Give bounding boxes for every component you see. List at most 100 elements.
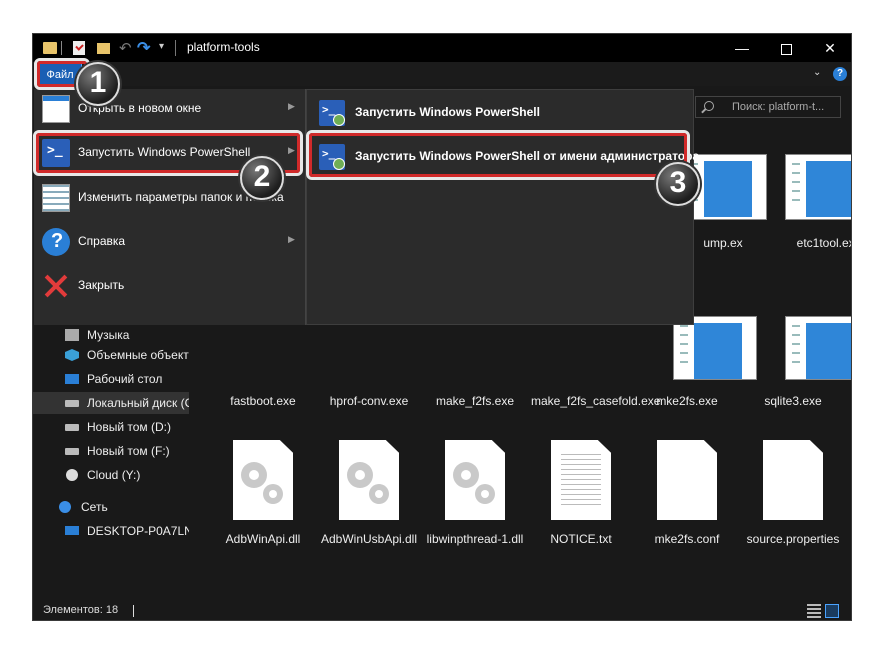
menu-item-label: Запустить Windows PowerShell [355, 105, 540, 119]
callout-3: 3 [656, 162, 700, 206]
file-label: source.properties [746, 532, 840, 546]
highlight-powershell-admin-item [306, 130, 690, 180]
file-item[interactable]: make_f2fs_casefold.exe [531, 394, 661, 409]
file-item[interactable]: AdbWinApi.dll [213, 440, 313, 590]
nav-item-label: Локальный диск (C [87, 396, 189, 410]
menu-item-run-powershell[interactable]: Запустить Windows PowerShell [311, 94, 689, 132]
large-icons-view-icon[interactable] [825, 604, 839, 618]
menu-item-label: Справка [78, 234, 126, 248]
nav-item-volume-f[interactable]: Новый том (F:) [33, 440, 189, 462]
nav-item-label: Объемные объекты [87, 348, 189, 362]
nav-item-label: Новый том (F:) [87, 444, 170, 458]
close-icon [42, 272, 70, 300]
file-item[interactable]: fastboot.exe [213, 394, 313, 409]
folder-options-icon [42, 184, 70, 212]
dll-file-icon [339, 440, 399, 520]
3d-objects-icon [65, 349, 79, 361]
search-input[interactable]: Поиск: platform-t... [732, 101, 824, 113]
status-bar: Элементов: 18 [33, 600, 851, 620]
nav-item-local-disk-c[interactable]: Локальный диск (C [33, 392, 189, 414]
file-item[interactable]: etc1tool.exe [779, 150, 851, 250]
desktop-icon [65, 374, 79, 384]
title-separator [175, 40, 178, 56]
file-label: libwinpthread-1.dll [426, 532, 524, 546]
search-box[interactable]: Поиск: platform-t... [695, 96, 841, 118]
customize-quick-access-icon[interactable]: ▾ [159, 41, 164, 57]
file-item[interactable]: sqlite3.exe [743, 394, 843, 409]
file-label: AdbWinApi.dll [225, 532, 301, 546]
nav-item-cloud-y[interactable]: Cloud (Y:) [33, 464, 189, 486]
status-separator [133, 605, 134, 617]
music-icon [65, 329, 79, 341]
close-button[interactable]: ✕ [807, 34, 851, 62]
nav-item-volume-d[interactable]: Новый том (D:) [33, 416, 189, 438]
computer-icon [65, 526, 79, 535]
exe-thumbnail-icon [673, 316, 757, 380]
network-icon [59, 501, 71, 513]
blank-file-icon [657, 440, 717, 520]
file-item[interactable]: AdbWinUsbApi.dll [319, 440, 419, 590]
details-view-icon[interactable] [807, 604, 821, 618]
menu-item-open-new-window[interactable]: Открыть в новом окне ▶ [38, 89, 300, 129]
menu-item-help[interactable]: Справка ▶ [38, 222, 300, 262]
file-item[interactable]: mke2fs.exe [637, 394, 737, 409]
navigation-pane: Музыка Объемные объекты Рабочий стол Лок… [33, 324, 189, 594]
items-count: Элементов: 18 [43, 604, 119, 616]
file-item[interactable]: libwinpthread-1.dll [425, 440, 525, 590]
window-title: platform-tools [187, 40, 260, 54]
blank-file-icon [763, 440, 823, 520]
nav-item-label: Рабочий стол [87, 372, 163, 386]
properties-icon[interactable] [73, 41, 85, 55]
nav-item-desktop-pc[interactable]: DESKTOP-P0A7LNB [33, 520, 189, 542]
file-label: sqlite3.exe [764, 394, 822, 408]
nav-item-network[interactable]: Сеть [33, 496, 189, 518]
undo-icon[interactable]: ↶ [119, 39, 132, 57]
nav-item-label: Сеть [81, 500, 108, 514]
file-label: mke2fs.conf [654, 532, 720, 546]
help-icon [42, 228, 70, 256]
powershell-submenu: Запустить Windows PowerShell Запустить W… [306, 89, 699, 325]
file-menu: Открыть в новом окне ▶ Запустить Windows… [34, 89, 306, 325]
file-label: mke2fs.exe [656, 394, 718, 408]
nav-item-desktop[interactable]: Рабочий стол [33, 368, 189, 390]
redo-icon[interactable]: ↷ [137, 38, 150, 57]
file-item[interactable]: source.properties [743, 440, 843, 590]
file-item[interactable]: make_f2fs.exe [425, 394, 525, 409]
search-icon [704, 101, 714, 111]
file-label: etc1tool.exe [796, 236, 851, 250]
exe-thumbnail-icon [785, 154, 851, 220]
file-label: fastboot.exe [230, 394, 296, 408]
file-label: make_f2fs_casefold.exe [531, 394, 661, 408]
new-folder-icon[interactable] [97, 43, 110, 54]
file-label: make_f2fs.exe [435, 394, 515, 408]
callout-2: 2 [240, 156, 284, 200]
menu-item-label: Закрыть [78, 278, 125, 292]
dll-file-icon [233, 440, 293, 520]
nav-item-label: Новый том (D:) [87, 420, 171, 434]
folder-icon [43, 42, 57, 54]
submenu-arrow-icon: ▶ [288, 101, 295, 111]
file-label: AdbWinUsbApi.dll [320, 532, 418, 546]
drive-icon [65, 400, 79, 407]
menu-item-close[interactable]: Закрыть [38, 266, 300, 306]
chevron-down-icon[interactable]: ⌄ [813, 67, 821, 78]
text-file-icon [551, 440, 611, 520]
drive-icon [65, 424, 79, 431]
drive-icon [65, 448, 79, 455]
exe-thumbnail-icon [785, 316, 851, 380]
cloud-drive-icon [66, 469, 78, 481]
nav-item-label: DESKTOP-P0A7LNB [87, 524, 189, 538]
maximize-button[interactable] [763, 34, 809, 62]
file-item[interactable]: NOTICE.txt [531, 440, 631, 590]
callout-1: 1 [76, 62, 120, 106]
nav-item-music[interactable]: Музыка [33, 324, 189, 346]
file-item[interactable]: mke2fs.conf [637, 440, 737, 590]
powershell-icon [319, 100, 345, 126]
nav-item-3d-objects[interactable]: Объемные объекты [33, 344, 189, 366]
quick-access-separator [61, 41, 66, 55]
minimize-button[interactable]: — [719, 34, 765, 62]
help-icon[interactable]: ? [833, 67, 847, 81]
file-item[interactable]: hprof-conv.exe [319, 394, 419, 409]
ribbon-bar [33, 62, 851, 86]
nav-item-label: Музыка [87, 328, 130, 342]
